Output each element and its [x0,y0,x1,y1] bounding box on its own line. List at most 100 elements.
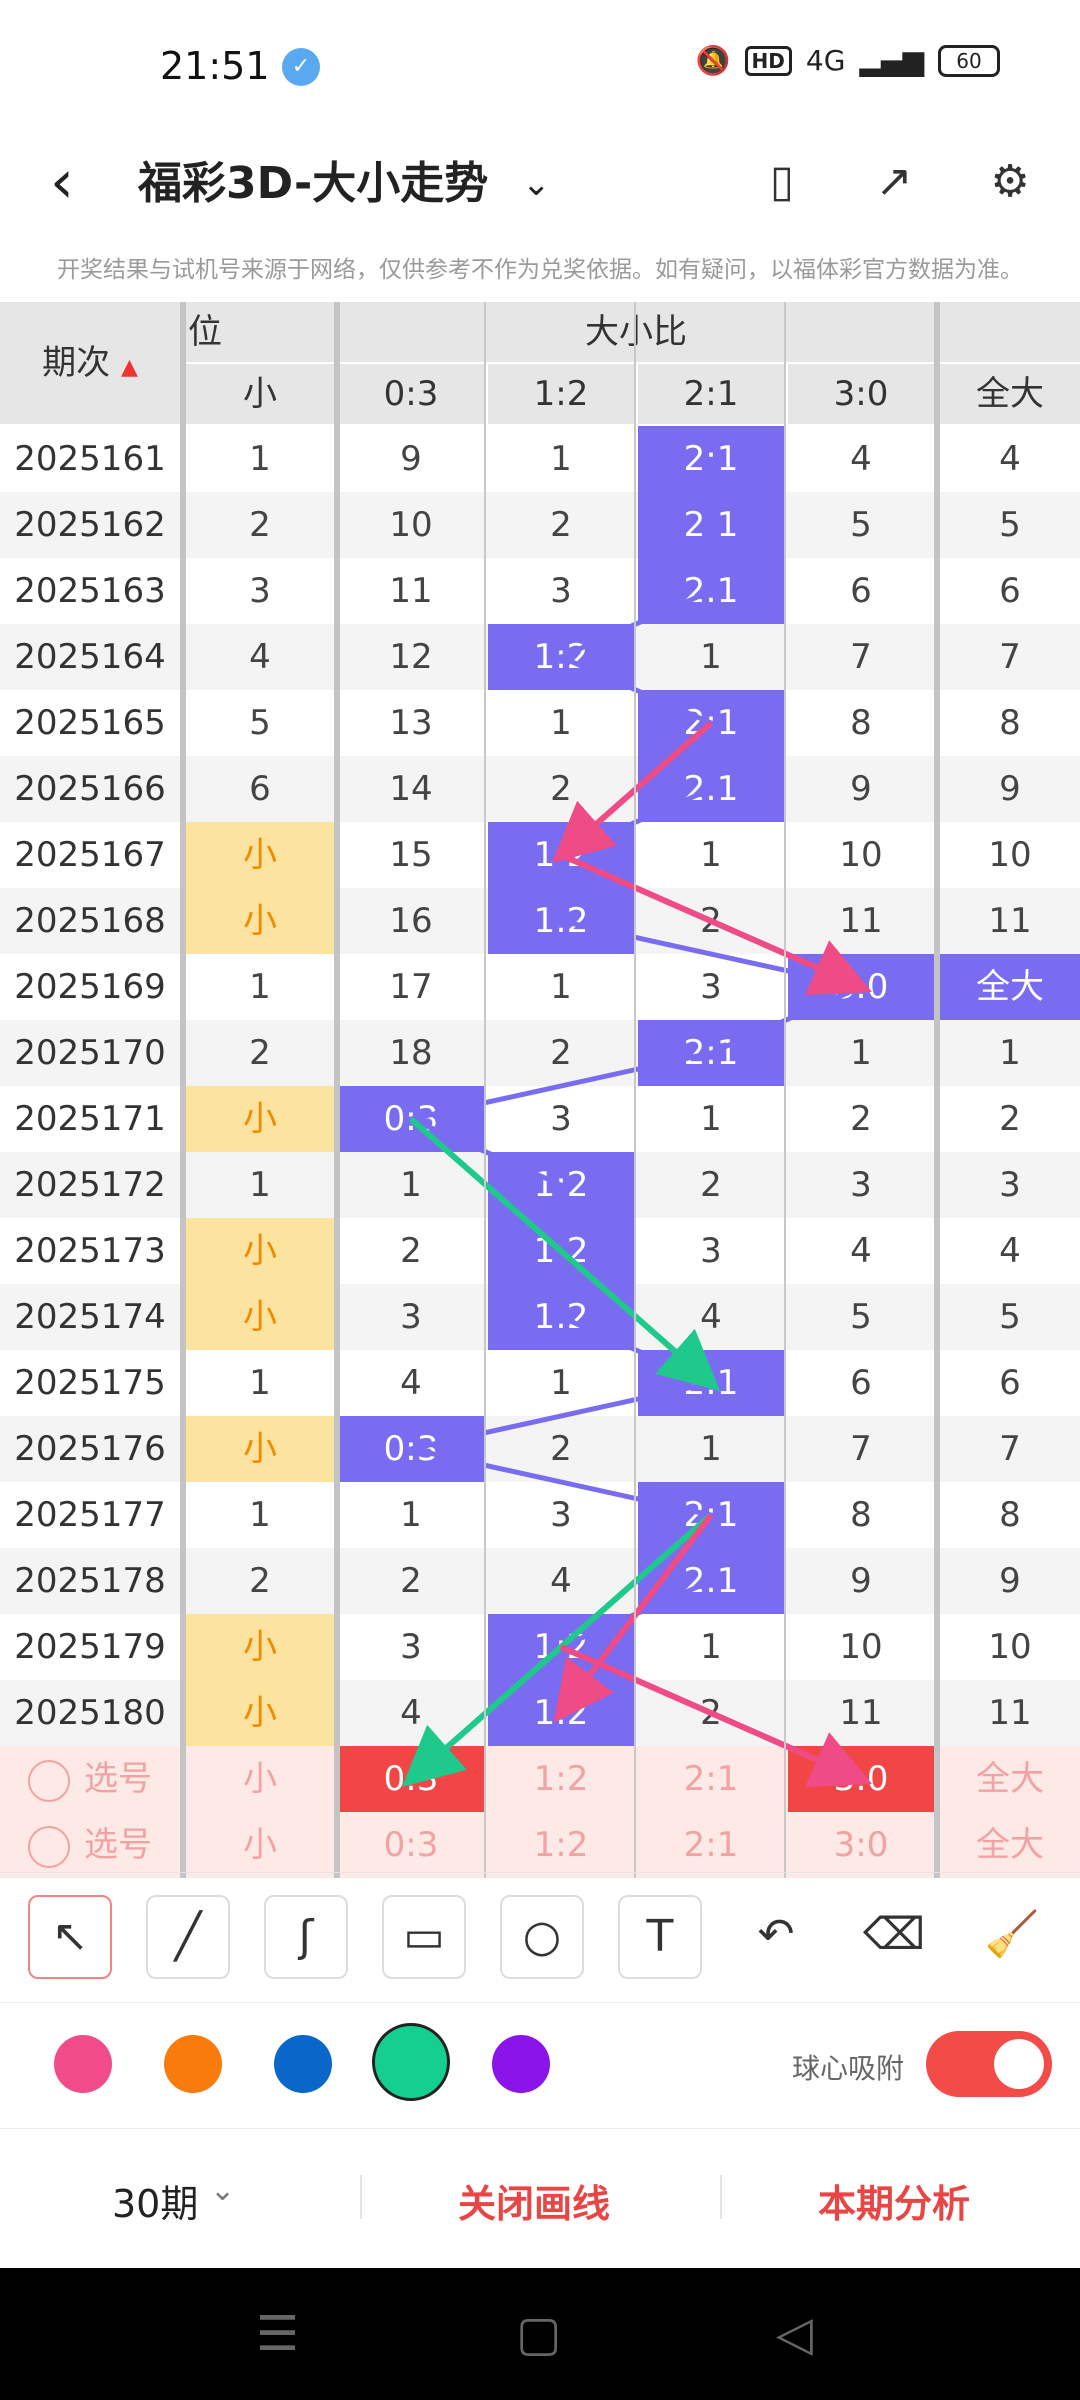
grid-divider [934,302,940,1878]
table-row: 2025169 1 17 1 3 3:0 全大 [0,954,1080,1020]
select-cell-all-big[interactable]: 全大 [940,1812,1080,1878]
col-header-1-2: 1:2 [488,364,634,424]
back-nav-icon[interactable]: ◁ [776,2306,813,2362]
menu-icon[interactable]: ☰ [256,2306,299,2362]
grid-divider [180,302,186,1878]
select-cell-1-2[interactable]: 1:2 [488,1812,634,1878]
cell-all-big: 7 [999,637,1021,677]
text-tool-icon[interactable]: T [618,1895,702,1979]
select-cell-1-2[interactable]: 1:2 [488,1746,634,1812]
cell-1-2: 1 [550,703,572,743]
cell-0-3: 3 [400,1297,422,1337]
cell-small: 6 [249,769,271,809]
radio-circle-icon[interactable] [28,1759,70,1802]
layout-icon[interactable]: ▯ [752,152,812,212]
issue-number: 2025166 [14,769,166,809]
table-row: 2025166 6 14 2 2:1 9 9 [0,756,1080,822]
col-issue-header[interactable]: 期次 ▲ [0,302,180,424]
cell-all-big: 10 [988,1627,1032,1667]
select-cell-all-big[interactable]: 全大 [940,1746,1080,1812]
cell-all-big: 8 [999,1495,1021,1535]
select-row: 选号小 0:3 1:2 2:1 3:0 全大 [0,1746,1080,1812]
cell-small: 小 [186,888,334,954]
snap-toggle[interactable] [926,2031,1052,2097]
select-cell-3-0[interactable]: 3:0 [788,1812,934,1878]
cell-small: 1 [249,1165,271,1205]
cell-3-0: 3:0 [788,954,934,1020]
status-bar: 21:51 ✓ 🔕 HD 4G ▂▄▆ 60 [0,0,1080,130]
radio-circle-icon[interactable] [28,1825,70,1868]
swatch-pink[interactable] [54,2035,112,2093]
undo-icon[interactable]: ↶ [736,1895,816,1975]
select-row-label[interactable]: 选号 [0,1812,180,1878]
chevron-down-icon[interactable]: ⌄ [210,2173,235,2208]
select-cell-3-0[interactable]: 3:0 [788,1746,934,1812]
cell-all-big: 9 [999,1561,1021,1601]
cell-0-3: 11 [389,571,433,611]
cell-2-1: 2:1 [638,1020,784,1086]
select-label: 选号 [84,1825,152,1865]
cell-0-3: 15 [389,835,433,875]
cell-small: 3 [249,571,271,611]
cell-0-3: 4 [400,1363,422,1403]
share-icon[interactable]: ↗ [864,152,924,212]
select-row-label[interactable]: 选号 [0,1746,180,1812]
back-icon[interactable]: ‹ [50,152,74,212]
clear-brush-icon[interactable]: 🧹 [972,1895,1052,1975]
sort-icon[interactable]: ▲ [121,355,138,380]
issue-number: 2025172 [14,1165,166,1205]
cursor-arrow-icon[interactable]: ↖ [28,1895,112,1979]
cell-small: 小 [186,822,334,888]
close-draw-button[interactable]: 关闭画线 [458,2173,610,2228]
disclaimer-text: 开奖结果与试机号来源于网络，仅供参考不作为兑奖依据。如有疑问，以福体彩官方数据为… [57,257,1023,283]
rectangle-tool-icon[interactable]: ▭ [382,1895,466,1979]
select-cell-2-1[interactable]: 2:1 [638,1746,784,1812]
cell-3-0: 6 [850,1363,872,1403]
color-palette: 球心吸附 [0,2002,1080,2127]
table-row: 2025176 小 0:3 2 1 7 7 [0,1416,1080,1482]
home-icon[interactable]: ▢ [516,2306,561,2362]
analysis-button[interactable]: 本期分析 [818,2173,970,2228]
page-title[interactable]: 福彩3D-大小走势 [138,144,488,224]
cell-2-1: 1 [700,637,722,677]
select-cell-small[interactable]: 小 [186,1812,334,1878]
cell-1-2: 1:2 [488,822,634,888]
cell-all-big: 4 [999,439,1021,479]
select-cell-small[interactable]: 小 [186,1746,334,1812]
cell-1-2: 1 [550,439,572,479]
circle-tool-icon[interactable]: ○ [500,1895,584,1979]
select-cell-0-3[interactable]: 0:3 [338,1746,484,1812]
divider [720,2175,722,2219]
issue-number: 2025173 [14,1231,166,1271]
swatch-green-selected[interactable] [372,2023,450,2101]
table-row: 2025170 2 18 2 2:1 1 1 [0,1020,1080,1086]
freehand-tool-icon[interactable]: ʃ [264,1895,348,1979]
chevron-down-icon[interactable]: ⌄ [522,144,551,224]
issue-number: 2025169 [14,967,166,1007]
eraser-icon[interactable]: ⌫ [854,1895,934,1975]
table-row: 2025177 1 1 3 2:1 8 8 [0,1482,1080,1548]
select-cell-0-3[interactable]: 0:3 [338,1812,484,1878]
line-tool-icon[interactable]: ╱ [146,1895,230,1979]
status-icons: 🔕 HD 4G ▂▄▆ 60 [696,44,1000,77]
drawing-toolbar: ↖ ╱ ʃ ▭ ○ T ↶ ⌫ 🧹 [0,1872,1080,2001]
swatch-orange[interactable] [164,2035,222,2093]
swatch-purple[interactable] [492,2035,550,2093]
swatch-blue[interactable] [274,2035,332,2093]
period-selector[interactable]: 30期 [112,2173,198,2228]
cell-3-0: 6 [850,571,872,611]
cell-2-1: 2 [700,1165,722,1205]
table-row: 2025171 小 0:3 3 1 2 2 [0,1086,1080,1152]
snap-label: 球心吸附 [792,2052,905,2085]
table-row: 2025179 小 3 1:2 1 10 10 [0,1614,1080,1680]
cell-all-big: 1 [999,1033,1021,1073]
issue-number: 2025176 [14,1429,166,1469]
system-nav-bar: ☰ ▢ ◁ [0,2268,1080,2400]
cell-small: 小 [186,1086,334,1152]
cell-small: 1 [249,967,271,1007]
cell-1-2: 1:2 [488,1680,634,1746]
cell-1-2: 2 [550,769,572,809]
select-cell-2-1[interactable]: 2:1 [638,1812,784,1878]
settings-icon[interactable]: ⚙ [980,152,1040,212]
cell-1-2: 3 [550,1495,572,1535]
